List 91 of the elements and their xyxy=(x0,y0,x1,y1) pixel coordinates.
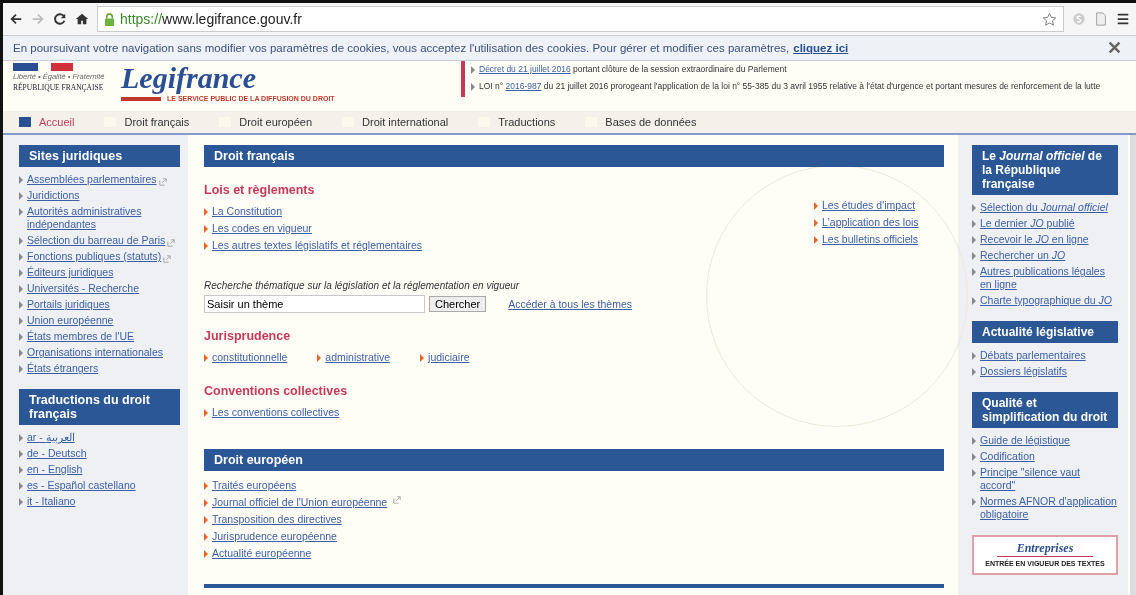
sidebar-link[interactable]: Dossiers législatifs xyxy=(980,365,1067,378)
section-header: Qualité et simplification du droit xyxy=(972,392,1118,428)
section-header: Droit français xyxy=(204,145,944,167)
home-icon[interactable] xyxy=(75,12,89,26)
external-link-icon xyxy=(167,239,176,247)
search-caption: Recherche thématique sur la législation et la réglementation en vigueur xyxy=(204,280,521,291)
cookie-notice: En poursuivant votre navigation sans modifier vos paramètres de cookies, vous acceptez l'utilisation des cookies. Pour gérer et modifier ces paramètres, xyxy=(13,42,790,54)
sidebar-link[interactable]: Recevoir le JO en ligne xyxy=(980,233,1089,246)
reload-icon[interactable] xyxy=(53,12,67,26)
theme-search-field[interactable]: Saisir un thème xyxy=(204,295,425,313)
nav-tab[interactable]: Droit français xyxy=(104,116,190,128)
nav-tab[interactable]: Droit européen xyxy=(219,116,313,128)
sidebar-link[interactable]: Principe "silence vaut accord" xyxy=(980,466,1118,492)
nav-tab[interactable]: Droit international xyxy=(342,116,449,128)
section-header: Traductions du droit français xyxy=(19,389,180,425)
section-header: Sites juridiques xyxy=(19,145,180,167)
sidebar-link[interactable]: Portails juridiques xyxy=(27,298,110,311)
section-header: Droit européen xyxy=(204,449,944,471)
external-link-icon xyxy=(158,178,167,186)
close-button[interactable]: ✕ xyxy=(1103,37,1126,59)
section-header: Actualité législative xyxy=(972,321,1118,343)
promo-title: Entreprises xyxy=(996,541,1094,557)
sidebar-link[interactable]: Éditeurs juridiques xyxy=(27,266,114,279)
sidebar-link[interactable]: Rechercher un JO xyxy=(980,249,1066,262)
content-link[interactable]: Les conventions collectives xyxy=(212,406,340,419)
content-link[interactable]: Les autres textes législatifs et réglementaires xyxy=(212,239,423,252)
content-link[interactable]: La Constitution xyxy=(212,205,283,218)
sidebar-link[interactable]: Organisations internationales xyxy=(27,346,163,359)
sidebar-link[interactable]: Débats parlementaires xyxy=(980,349,1086,362)
content-link[interactable]: Les études d'impact xyxy=(822,199,916,212)
sidebar-link[interactable]: Autres publications légales en ligne xyxy=(980,265,1118,291)
sidebar-link[interactable]: Sélection du Journal officiel xyxy=(980,201,1108,214)
sidebar-link[interactable]: de - Deutsch xyxy=(27,447,87,460)
sidebar-link[interactable]: Assemblées parlementaires xyxy=(27,173,157,186)
star-icon[interactable] xyxy=(1042,11,1057,27)
sidebar-link[interactable]: Normes AFNOR d'application obligatoire xyxy=(980,495,1118,521)
news-link[interactable]: Décret du 21 juillet 2016 xyxy=(479,63,571,74)
sidebar-link[interactable]: États membres de l'UE xyxy=(27,330,135,343)
sidebar-link[interactable]: ar - العربية xyxy=(27,431,75,444)
content-link[interactable]: Les bulletins officiels xyxy=(822,233,919,246)
sidebar-link[interactable]: it - Italiano xyxy=(27,495,76,508)
news-item: LOI n° 2016-987 du 21 juillet 2016 prorogeant l'application de la loi n° 55-385 du 3 avril 1955 relative à l'état d'urgence et portant mesures de renforcement de la lutte xyxy=(479,80,1101,91)
external-link-icon xyxy=(393,496,402,504)
sidebar-link[interactable]: Le dernier JO publié xyxy=(980,217,1075,230)
menu-icon[interactable] xyxy=(1116,12,1130,26)
content-link[interactable]: Traités européens xyxy=(212,479,297,492)
scrollbar[interactable] xyxy=(1130,135,1136,595)
sidebar-link[interactable]: Codification xyxy=(980,450,1035,463)
search-button[interactable]: Chercher xyxy=(429,296,487,312)
cookie-settings-link[interactable]: cliquez ici xyxy=(793,42,849,54)
nav-tab[interactable]: Bases de données xyxy=(585,116,697,128)
lock-icon xyxy=(104,12,115,26)
logo-underline-icon xyxy=(121,96,161,101)
sidebar-link[interactable]: Sélection du barreau de Paris xyxy=(27,234,166,247)
content-link[interactable]: administrative xyxy=(325,351,391,364)
content-link[interactable]: L'application des lois xyxy=(822,216,919,229)
sidebar-link[interactable]: es - Español castellano xyxy=(27,479,136,492)
section-heading: Lois et règlements xyxy=(204,183,316,197)
content-link[interactable]: judiciaire xyxy=(428,351,470,364)
content-link[interactable]: constitutionnelle xyxy=(212,351,288,364)
news-item: Décret du 21 juillet 2016 portant clôture de la session extraordinaire du Parlement xyxy=(479,63,787,74)
forward-icon[interactable] xyxy=(31,12,45,26)
url-host: www.legifrance.gouv.fr xyxy=(162,11,302,27)
nav-tab[interactable]: Traductions xyxy=(478,116,556,128)
content-link[interactable]: Actualité européenne xyxy=(212,547,312,560)
sidebar-link[interactable]: Union européenne xyxy=(27,314,114,327)
site-logo[interactable]: Legifrance xyxy=(121,61,256,95)
sidebar-link[interactable]: Fonctions publiques (statuts) xyxy=(27,250,162,263)
content-link[interactable]: Journal officiel de l'Union européenne xyxy=(212,496,388,509)
section-heading: Conventions collectives xyxy=(204,384,349,398)
flag-logo-icon xyxy=(13,63,73,71)
url-scheme: https:// xyxy=(120,11,163,27)
sidebar-link[interactable]: États étrangers xyxy=(27,362,99,375)
news-link[interactable]: 2016-987 xyxy=(505,80,542,91)
section-header: Le Journal officiel de la République française xyxy=(972,145,1118,195)
all-themes-link[interactable]: Accéder à tous les thèmes xyxy=(508,298,632,310)
sidebar-link[interactable]: Universités - Recherche xyxy=(27,282,140,295)
address-bar[interactable]: https://www.legifrance.gouv.fr xyxy=(97,6,1064,32)
sidebar-link[interactable]: en - English xyxy=(27,463,83,476)
content-link[interactable]: Les codes en vigueur xyxy=(212,222,312,235)
section-heading: Jurisprudence xyxy=(204,329,292,343)
page-icon[interactable] xyxy=(1094,12,1108,26)
external-link-icon xyxy=(163,255,172,263)
nav-tab[interactable]: Accueil xyxy=(19,116,75,128)
sidebar-link[interactable]: Charte typographique du JO xyxy=(980,294,1112,307)
back-icon[interactable] xyxy=(9,12,23,26)
sidebar-link[interactable]: Guide de légistique xyxy=(980,434,1070,447)
sidebar-link[interactable]: Juridictions xyxy=(27,189,80,202)
sidebar-link[interactable]: Autorités administratives indépendantes xyxy=(27,205,180,231)
content-link[interactable]: Transposition des directives xyxy=(212,513,342,526)
content-link[interactable]: Jurisprudence européenne xyxy=(212,530,337,543)
